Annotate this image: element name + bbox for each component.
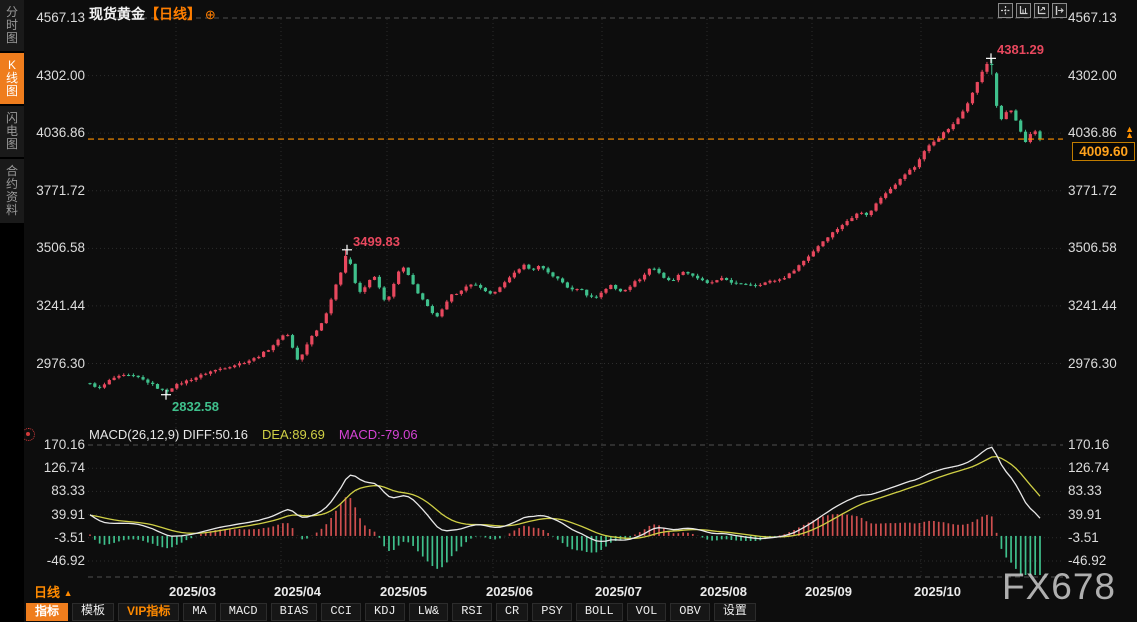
macd-diff-value: MACD(26,12,9) DIFF:50.16: [89, 427, 248, 442]
period-selector-arrow-icon: ▲: [64, 588, 73, 598]
indicator-tab-KDJ[interactable]: KDJ: [365, 603, 405, 621]
sidebar-tab-1[interactable]: K 线 图: [0, 53, 24, 104]
extreme-price-label-low: 2832.58: [172, 399, 219, 414]
indicator-tab-VOL[interactable]: VOL: [627, 603, 667, 621]
double-up-arrow-icon: ▲▲: [1125, 126, 1134, 138]
brand-watermark: FX678: [1002, 566, 1116, 608]
indicator-tab-OBV[interactable]: OBV: [670, 603, 710, 621]
sidebar-tab-3[interactable]: 合 约 资 料: [0, 159, 24, 223]
period-tag: 【日线】: [145, 6, 201, 22]
period-selector[interactable]: 日线 ▲: [34, 582, 73, 601]
window-controls: [998, 3, 1067, 18]
macd-dea-value: DEA:89.69: [262, 427, 325, 442]
pan-icon[interactable]: [998, 3, 1013, 18]
sidebar-tab-2[interactable]: 闪 电 图: [0, 106, 24, 157]
extreme-price-label-high: 4381.29: [997, 42, 1044, 57]
indicator-tab-PSY[interactable]: PSY: [532, 603, 572, 621]
indicator-tab-BIAS[interactable]: BIAS: [271, 603, 318, 621]
indicator-tab-指标[interactable]: 指标: [26, 603, 68, 621]
indicator-tab-LW&[interactable]: LW&: [409, 603, 449, 621]
indicator-tab-模板[interactable]: 模板: [72, 603, 114, 621]
indicator-tab-bar: 指标模板VIP指标MA MACDBIASCCIKDJLW&RSICRPSYBOLL…: [26, 603, 756, 621]
indicator-tab-RSI[interactable]: RSI: [452, 603, 492, 621]
chart-window: 分 时 图K 线 图闪 电 图合 约 资 料 现货黄金【日线】 ⊕ 4567.1…: [0, 0, 1137, 622]
indicator-tab-MACD[interactable]: MACD: [220, 603, 267, 621]
indicator-tab-CR[interactable]: CR: [496, 603, 528, 621]
macd-indicator-header: MACD(26,12,9) DIFF:50.16 DEA:89.69 MACD:-7…: [89, 427, 418, 442]
extreme-price-label-high: 3499.83: [353, 234, 400, 249]
indicator-tab-VIP指标[interactable]: VIP指标: [118, 603, 179, 621]
macd-value: MACD:-79.06: [339, 427, 418, 442]
indicator-tab-CCI[interactable]: CCI: [321, 603, 361, 621]
period-selector-label: 日线: [34, 585, 60, 600]
indicator-tab-MA[interactable]: MA: [183, 603, 215, 621]
last-price-tag: 4009.60: [1072, 142, 1135, 161]
scale-right-axis-icon[interactable]: [1034, 3, 1049, 18]
zoom-plus-icon[interactable]: ⊕: [205, 7, 216, 22]
chart-title: 现货黄金【日线】 ⊕: [89, 4, 216, 24]
scale-left-axis-icon[interactable]: [1016, 3, 1031, 18]
chart-type-sidebar: 分 时 图K 线 图闪 电 图合 约 资 料: [0, 0, 24, 622]
indicator-tab-设置[interactable]: 设置: [714, 603, 756, 621]
exit-icon[interactable]: [1052, 3, 1067, 18]
symbol-name: 现货黄金: [89, 6, 145, 22]
indicator-tab-BOLL[interactable]: BOLL: [576, 603, 623, 621]
candlestick-chart-canvas[interactable]: [0, 0, 1137, 622]
sidebar-tab-0[interactable]: 分 时 图: [0, 0, 24, 51]
